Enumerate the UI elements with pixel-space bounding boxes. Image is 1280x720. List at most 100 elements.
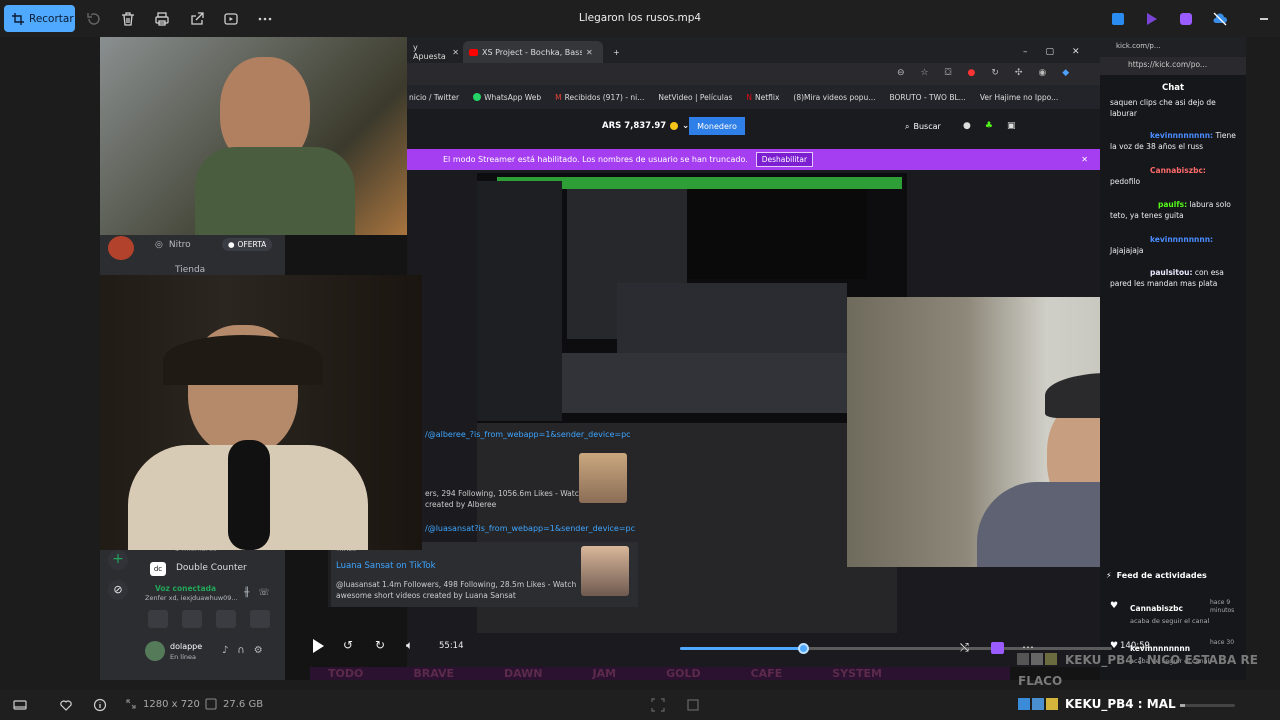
rotate-icon[interactable] (86, 11, 102, 27)
favorite-heart-icon[interactable] (59, 698, 73, 712)
settings-gear-icon[interactable]: ⚙ (254, 645, 263, 656)
disconnect-icon[interactable]: ☏ (258, 588, 269, 598)
emote-icon (1018, 698, 1030, 710)
embed-link-1[interactable]: /@alberee_?is_from_webapp=1&sender_devic… (425, 430, 631, 439)
gift-icon[interactable]: ♣ (985, 121, 993, 131)
app-icon-violet[interactable] (1178, 11, 1194, 27)
seek-handle[interactable] (798, 643, 810, 654)
server-name[interactable]: Double Counter (176, 563, 247, 573)
chat-url-bar[interactable]: https://kick.com/po... (1100, 57, 1246, 75)
close-icon[interactable]: ✕ (1072, 47, 1080, 57)
fit-screen-icon[interactable] (651, 698, 665, 712)
kick-chat-window: kick.com/p... https://kick.com/po... Cha… (1100, 37, 1246, 680)
tienda-label[interactable]: Tienda (175, 265, 205, 275)
app-icon-purple[interactable] (1144, 11, 1160, 27)
puzzle-icon[interactable]: ✣ (1015, 68, 1023, 78)
embed-thumbnail-2[interactable] (581, 546, 629, 596)
microphone-icon[interactable]: ♪ (222, 645, 228, 656)
explore-icon[interactable]: ⊘ (108, 580, 128, 600)
add-server-icon[interactable]: + (108, 550, 128, 570)
bookmark-boruto[interactable]: BORUTO - TWO BL... (889, 93, 965, 102)
tab-xs-project[interactable]: XS Project - Bochka, Bass, Kolbas ✕ (463, 41, 603, 63)
chat-tab[interactable]: kick.com/p... (1100, 37, 1246, 57)
extension-icon[interactable]: ⛋ (945, 68, 952, 78)
recortar-button[interactable]: Recortar (4, 5, 75, 32)
bookmark-youtube[interactable]: (8)Mira videos popu... (793, 93, 875, 102)
user-avatar[interactable] (145, 641, 165, 661)
signal-icon[interactable]: ╫ (244, 588, 249, 598)
profile-icon[interactable]: ◉ (1038, 68, 1046, 78)
minus-circle-icon[interactable]: ⊖ (897, 68, 905, 78)
camera-off-button[interactable] (148, 610, 168, 628)
overlay-banner-strip: TODO BRAVE DAWN JAM GOLD CAFE SYSTEM (310, 667, 1010, 680)
bookmark-gmail[interactable]: M Recibidos (917) - ni... (555, 93, 644, 102)
star-icon[interactable]: ☆ (921, 68, 929, 78)
play-icon[interactable] (313, 639, 324, 653)
embed-thumbnail-1[interactable] (579, 453, 627, 503)
chat-username[interactable]: paulfs: (1110, 200, 1187, 209)
seek-bar[interactable] (680, 643, 1112, 654)
feed-user[interactable]: Cannabiszbc (1130, 604, 1183, 613)
close-icon[interactable]: ✕ (452, 48, 459, 57)
refresh-icon[interactable]: ↻ (991, 68, 999, 78)
embed-desc-1b: created by Alberee (425, 500, 497, 509)
maximize-icon[interactable]: ▢ (1046, 47, 1055, 57)
monedero-button[interactable]: Monedero (689, 117, 745, 135)
embed-link-2[interactable]: /@luasansat?is_from_webapp=1&sender_devi… (425, 524, 635, 533)
mini-volume-track[interactable] (1180, 704, 1235, 707)
search-button[interactable]: ⌕ Buscar (905, 122, 941, 132)
wallet-amount: ARS 7,837.97 (602, 121, 667, 131)
screen-share-button[interactable] (182, 610, 202, 628)
share-icon[interactable] (189, 11, 205, 27)
chat-message: Cannabiszbc: pedofilo (1110, 165, 1238, 187)
video-editor-icon[interactable] (223, 11, 239, 27)
rewind-10-icon[interactable]: ↺ (343, 638, 353, 652)
headphones-icon[interactable]: ∩ (237, 645, 244, 656)
trash-icon[interactable] (120, 11, 136, 27)
nitro-item[interactable]: ◎ Nitro (155, 240, 191, 250)
close-icon[interactable]: ✕ (586, 48, 593, 57)
copilot-icon[interactable]: ◆ (1062, 68, 1069, 78)
chat-username[interactable]: Cannabiszbc: (1110, 166, 1206, 175)
bookmark-twitter[interactable]: nicio / Twitter (409, 93, 459, 102)
search-label: Buscar (913, 122, 941, 131)
user-icon[interactable]: ● (963, 121, 971, 131)
more-options-icon[interactable] (257, 11, 273, 27)
chat-username[interactable]: kevinnnnnnnn: (1110, 131, 1213, 140)
address-bar[interactable]: ⊖ ☆ ⛋ ● ↻ ✣ ◉ ◆ (407, 63, 1100, 85)
clipchamp-icon[interactable] (991, 642, 1004, 654)
tab-apuesta[interactable]: y Apuesta ✕ (407, 41, 465, 63)
video-frame[interactable]: y Apuesta ✕ XS Project - Bochka, Bass, K… (100, 37, 1246, 680)
activity-feed-header: ⚡ Feed de actividades (1106, 571, 1207, 580)
bookmark-label: Recibidos (917) - ni... (564, 92, 645, 102)
server-avatar[interactable] (108, 236, 134, 260)
volume-icon[interactable]: 🔈︎ (406, 638, 413, 653)
full-screen-icon[interactable] (686, 698, 700, 712)
embed-title-2[interactable]: Luana Sansat on TikTok (336, 561, 436, 571)
info-icon[interactable] (93, 698, 107, 712)
close-icon[interactable]: ✕ (1081, 155, 1088, 164)
wallet-balance[interactable]: ARS 7,837.97 ⌄ (602, 121, 689, 131)
record-icon[interactable]: ● (967, 68, 975, 78)
bookmark-netflix[interactable]: N Netflix (746, 93, 779, 102)
minimize-icon[interactable]: – (1023, 47, 1028, 57)
new-tab-icon[interactable]: + (607, 41, 626, 63)
bookmark-ippo[interactable]: Ver Hajime no Ippo... (980, 93, 1058, 102)
more-player-options-icon[interactable]: ⋯ (1022, 640, 1034, 654)
film-strip-icon[interactable] (13, 698, 27, 712)
disable-streamer-button[interactable]: Deshabilitar (755, 152, 814, 167)
loop-off-icon[interactable]: ⤭ (960, 641, 969, 655)
activities-button[interactable] (216, 610, 236, 628)
soundboard-button[interactable] (250, 610, 270, 628)
chat-username[interactable]: paulsitou: (1110, 268, 1192, 277)
bookmark-whatsapp[interactable]: WhatsApp Web (473, 93, 541, 102)
cloud-off-icon[interactable] (1212, 11, 1228, 27)
chat-icon[interactable]: ▣ (1007, 121, 1016, 131)
oferta-label: OFERTA (237, 240, 267, 249)
print-icon[interactable] (154, 11, 170, 27)
bookmark-netvideo[interactable]: NetVideo | Películas (658, 93, 732, 102)
minimize-icon[interactable] (1260, 18, 1268, 20)
vscode-icon[interactable] (1110, 11, 1126, 27)
forward-30-icon[interactable]: ↻ (375, 638, 385, 652)
chat-username[interactable]: kevinnnnnnnn: (1110, 235, 1213, 244)
